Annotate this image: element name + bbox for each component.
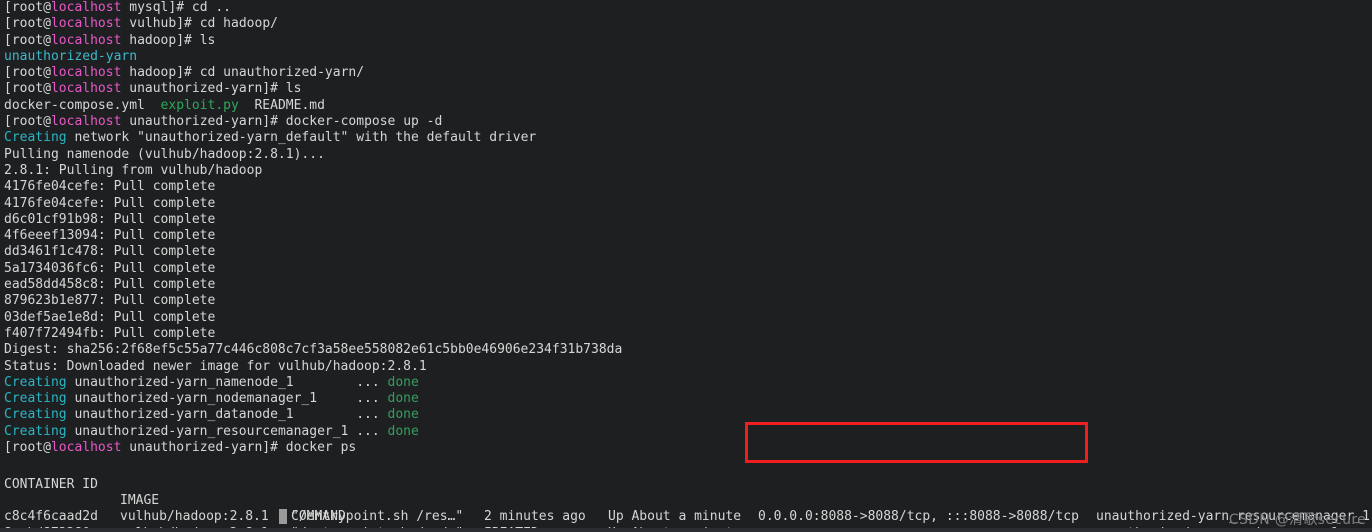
terminal-prompt-line: [root@localhost mysql]# cd .. <box>4 0 232 15</box>
terminal-output-line: 4176fe04cefe: Pull complete <box>4 179 216 195</box>
terminal-output-line: dd3461f1c478: Pull complete <box>4 244 216 260</box>
table-row: c8c4f6caad2d vulhub/hadoop:2.8.1 "/entrypo… <box>4 509 1370 525</box>
terminal-prompt-line: [root@localhost unauthorized-yarn]# dock… <box>4 440 357 456</box>
cell-command: "/entrypoint.sh /res…" <box>291 509 464 525</box>
header-container-id: CONTAINER ID <box>4 476 98 492</box>
cell-ports: 0.0.0.0:8088->8088/tcp, :::8088->8088/tc… <box>758 509 1079 525</box>
terminal-prompt-line: [root@localhost unauthorized-yarn]# ls <box>4 81 302 97</box>
window-bottom-edge <box>0 528 1372 532</box>
creating-service-line: Creating unauthorized-yarn_namenode_1 ..… <box>4 374 419 390</box>
csdn-watermark: CSDN @清歌secure <box>1228 511 1366 528</box>
terminal-output-line: Digest: sha256:2f68ef5c55a77c446c808c7cf… <box>4 342 623 358</box>
creating-service-line: Creating unauthorized-yarn_datanode_1 ..… <box>4 407 419 423</box>
header-image: IMAGE <box>120 493 160 509</box>
terminal-output-line: 5a1734036fc6: Pull complete <box>4 260 216 276</box>
ports-highlight-box <box>745 422 1088 463</box>
creating-service-line: Creating unauthorized-yarn_resourcemanag… <box>4 423 419 439</box>
terminal-output-line: d6c01cf91b98: Pull complete <box>4 211 216 227</box>
terminal-prompt-line: [root@localhost unauthorized-yarn]# dock… <box>4 114 443 130</box>
terminal-output-line: 4f6eeef13094: Pull complete <box>4 228 216 244</box>
terminal-prompt-line: [root@localhost vulhub]# cd hadoop/ <box>4 16 278 32</box>
ls-directory-entry: unauthorized-yarn <box>4 48 138 64</box>
terminal-output-line: 03def5ae1e8d: Pull complete <box>4 309 216 325</box>
terminal-output-line: 4176fe04cefe: Pull complete <box>4 195 216 211</box>
docker-ps-table: CONTAINER ID IMAGE COMMAND CREATED STATU… <box>4 428 1370 532</box>
cell-container-id: c8c4f6caad2d <box>4 509 98 525</box>
table-header-row: CONTAINER ID IMAGE COMMAND CREATED STATU… <box>4 461 539 532</box>
terminal-output-line: ead58dd458c8: Pull complete <box>4 277 216 293</box>
cell-image: vulhub/hadoop:2.8.1 <box>120 509 269 525</box>
terminal-output-line: Pulling namenode (vulhub/hadoop:2.8.1)..… <box>4 146 325 162</box>
terminal-output-line: f407f72494fb: Pull complete <box>4 325 216 341</box>
terminal-prompt-line: [root@localhost hadoop]# cd unauthorized… <box>4 65 365 81</box>
terminal-prompt-line: [root@localhost hadoop]# ls <box>4 32 216 48</box>
terminal-output-line: 879623b1e877: Pull complete <box>4 293 216 309</box>
terminal-cursor <box>279 509 287 524</box>
creating-service-line: Creating unauthorized-yarn_nodemanager_1… <box>4 391 419 407</box>
terminal-output: [root@localhost mysql]# cd .. [root@local… <box>4 0 622 456</box>
terminal-output-line: 2.8.1: Pulling from vulhub/hadoop <box>4 162 263 178</box>
terminal-window[interactable]: [root@localhost mysql]# cd .. [root@local… <box>0 0 1372 532</box>
cell-status: Up About a minute <box>608 509 742 525</box>
creating-network-line: Creating network "unauthorized-yarn_defa… <box>4 130 537 146</box>
terminal-output-line: Status: Downloaded newer image for vulhu… <box>4 358 427 374</box>
ls-file-listing: docker-compose.yml exploit.py README.md <box>4 97 325 113</box>
cell-created: 2 minutes ago <box>484 509 586 525</box>
